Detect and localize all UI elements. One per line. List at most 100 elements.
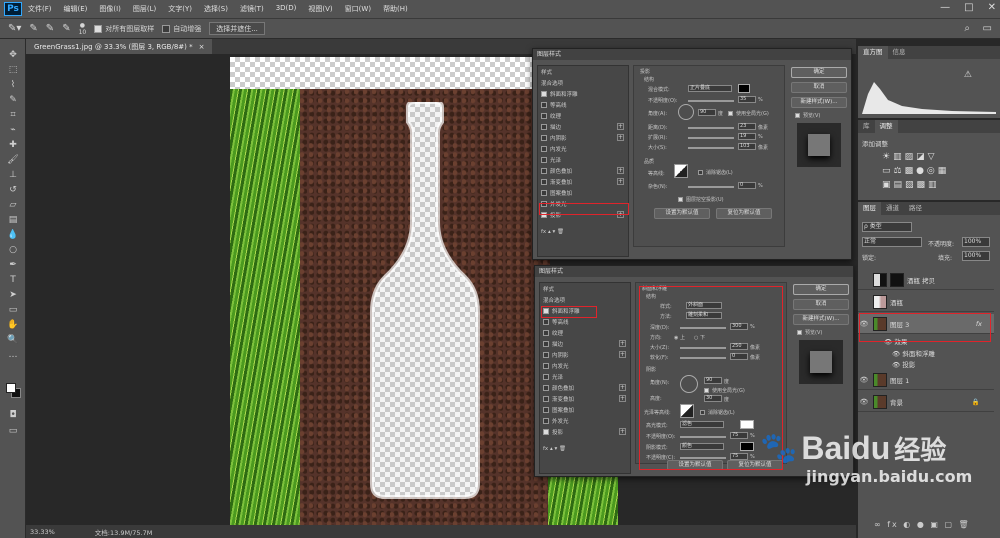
cancel-button[interactable]: 取消 (793, 299, 849, 310)
blend-options-item[interactable]: 混合选项 (540, 294, 630, 305)
style-item[interactable]: 颜色叠加 + (538, 165, 628, 176)
add-style-icon[interactable]: + (619, 395, 626, 402)
new-selection-icon[interactable]: ✎ (29, 23, 37, 34)
tab-library[interactable]: 库 (858, 120, 875, 133)
global-light-checkbox[interactable]: 使用全局光(G) (728, 110, 769, 117)
style-checkbox[interactable] (541, 134, 547, 141)
stamp-tool-icon[interactable]: ⊥ (6, 169, 20, 181)
add-selection-icon[interactable]: ✎ (46, 23, 54, 34)
warning-icon[interactable]: ⚠ (964, 70, 972, 80)
move-tool-icon[interactable]: ✥ (6, 49, 20, 61)
tab-info[interactable]: 信息 (888, 46, 911, 59)
dodge-tool-icon[interactable]: ○ (6, 244, 20, 256)
style-item[interactable]: 斜面和浮雕 (538, 88, 628, 99)
noise-field[interactable]: 0 (738, 182, 756, 189)
style-item[interactable]: 内阴影 + (538, 132, 628, 143)
add-style-icon[interactable]: + (617, 167, 624, 174)
distance-slider[interactable] (688, 127, 734, 129)
quick-mask-icon[interactable]: ◘ (6, 409, 20, 421)
fill-field[interactable]: 100% (962, 251, 990, 261)
contour-picker[interactable] (674, 164, 688, 178)
layer-row[interactable]: 👁 图层 1 (858, 370, 994, 390)
layer-opacity-field[interactable]: 100% (962, 237, 990, 247)
style-item[interactable]: 图案叠加 (538, 187, 628, 198)
angle-dial[interactable] (678, 104, 694, 120)
style-checkbox[interactable] (541, 101, 547, 108)
style-item[interactable]: 光泽 (538, 154, 628, 165)
style-checkbox[interactable] (541, 145, 547, 152)
style-checkbox[interactable] (543, 340, 549, 347)
effect-eye-icon[interactable]: 👁 (892, 350, 902, 358)
style-checkbox[interactable] (543, 318, 549, 325)
tab-adjustments[interactable]: 调整 (874, 120, 898, 133)
menu-item[interactable]: 滤镜(T) (240, 4, 264, 14)
marquee-tool-icon[interactable]: ⬚ (6, 64, 20, 76)
style-item[interactable]: 内发光 (538, 143, 628, 154)
subtract-selection-icon[interactable]: ✎ (62, 23, 70, 34)
style-item[interactable]: 纹理 (540, 327, 630, 338)
style-checkbox[interactable] (543, 351, 549, 358)
document-tab[interactable]: GreenGrass1.jpg @ 33.3% (图层 3, RGB/8#) *… (26, 39, 213, 54)
add-style-icon[interactable]: + (619, 428, 626, 435)
style-checkbox[interactable] (543, 329, 549, 336)
style-checkbox[interactable] (543, 406, 549, 413)
menu-item[interactable]: 图像(I) (99, 4, 121, 14)
add-style-icon[interactable]: + (619, 384, 626, 391)
layer-filter-select[interactable]: ρ 类型 (862, 222, 912, 232)
blur-tool-icon[interactable]: 💧 (6, 229, 20, 241)
style-item[interactable]: 投影 + (540, 426, 630, 437)
style-checkbox[interactable] (543, 373, 549, 380)
style-list-footer-icons[interactable]: fx ▴ ▾ 🗑 (538, 226, 628, 237)
history-brush-icon[interactable]: ↺ (6, 184, 20, 196)
eyedropper-tool-icon[interactable]: ⌁ (6, 124, 20, 136)
new-style-button[interactable]: 新建样式(W)... (791, 97, 847, 108)
style-checkbox[interactable] (543, 395, 549, 402)
style-item[interactable]: 颜色叠加 + (540, 382, 630, 393)
visibility-eye-icon[interactable]: 👁 (858, 398, 870, 406)
close-button[interactable]: ✕ (988, 2, 996, 13)
layer-mask-thumbnail[interactable] (890, 272, 904, 287)
layer-row[interactable]: 酒瓶 (858, 292, 994, 312)
eraser-tool-icon[interactable]: ▱ (6, 199, 20, 211)
tab-histogram[interactable]: 直方图 (858, 46, 888, 59)
crop-tool-icon[interactable]: ⌗ (6, 109, 20, 121)
add-style-icon[interactable]: + (617, 134, 624, 141)
tab-layers[interactable]: 图层 (858, 202, 881, 215)
style-list-footer-icons[interactable]: fx ▴ ▾ 🗑 (540, 443, 630, 454)
distance-field[interactable]: 23 (738, 123, 756, 130)
style-checkbox[interactable] (541, 112, 547, 119)
menu-item[interactable]: 3D(D) (276, 4, 297, 14)
menu-item[interactable]: 选择(S) (204, 4, 228, 14)
menu-item[interactable]: 编辑(E) (64, 4, 88, 14)
auto-enhance-checkbox[interactable]: 自动增强 (162, 24, 201, 34)
spread-slider[interactable] (688, 137, 734, 139)
layer-blend-mode[interactable]: 正常 (862, 237, 922, 247)
style-item[interactable]: 渐变叠加 + (540, 393, 630, 404)
minimize-button[interactable]: — (940, 2, 950, 13)
sample-all-layers-checkbox[interactable]: 对所有图层取样 (94, 24, 154, 34)
add-style-icon[interactable]: + (617, 178, 624, 185)
pen-tool-icon[interactable]: ✒ (6, 259, 20, 271)
effect-eye-icon[interactable]: 👁 (892, 361, 902, 369)
style-checkbox[interactable] (541, 156, 547, 163)
brush-tool-icon[interactable]: 🖌 (6, 154, 20, 166)
knockout-checkbox[interactable]: 图层挖空投影(U) (678, 196, 724, 203)
make-default-button[interactable]: 设置为默认值 (654, 208, 710, 219)
style-checkbox[interactable] (543, 428, 549, 435)
add-style-icon[interactable]: + (619, 340, 626, 347)
preview-checkbox[interactable]: 预览(V) (795, 112, 820, 119)
shape-tool-icon[interactable]: ▭ (6, 304, 20, 316)
style-item[interactable]: 外发光 (540, 415, 630, 426)
style-item[interactable]: 描边 + (540, 338, 630, 349)
style-checkbox[interactable] (543, 362, 549, 369)
layer-effect-item[interactable]: 👁 投影 (892, 359, 915, 369)
adjustment-icons[interactable]: ☀▥▨◪▽ ▭⚖▩●◎▦ ▣▤▧▩▥ (882, 150, 992, 192)
tab-paths[interactable]: 路径 (904, 202, 927, 215)
brush-size[interactable]: ● 10 (79, 22, 87, 36)
select-and-mask-button[interactable]: 选择并遮住... (209, 22, 265, 35)
more-tools-icon[interactable]: … (6, 349, 20, 361)
add-style-icon[interactable]: + (617, 123, 624, 130)
style-checkbox[interactable] (543, 384, 549, 391)
foreground-color-swatch[interactable] (6, 383, 16, 393)
style-checkbox[interactable] (543, 417, 549, 424)
